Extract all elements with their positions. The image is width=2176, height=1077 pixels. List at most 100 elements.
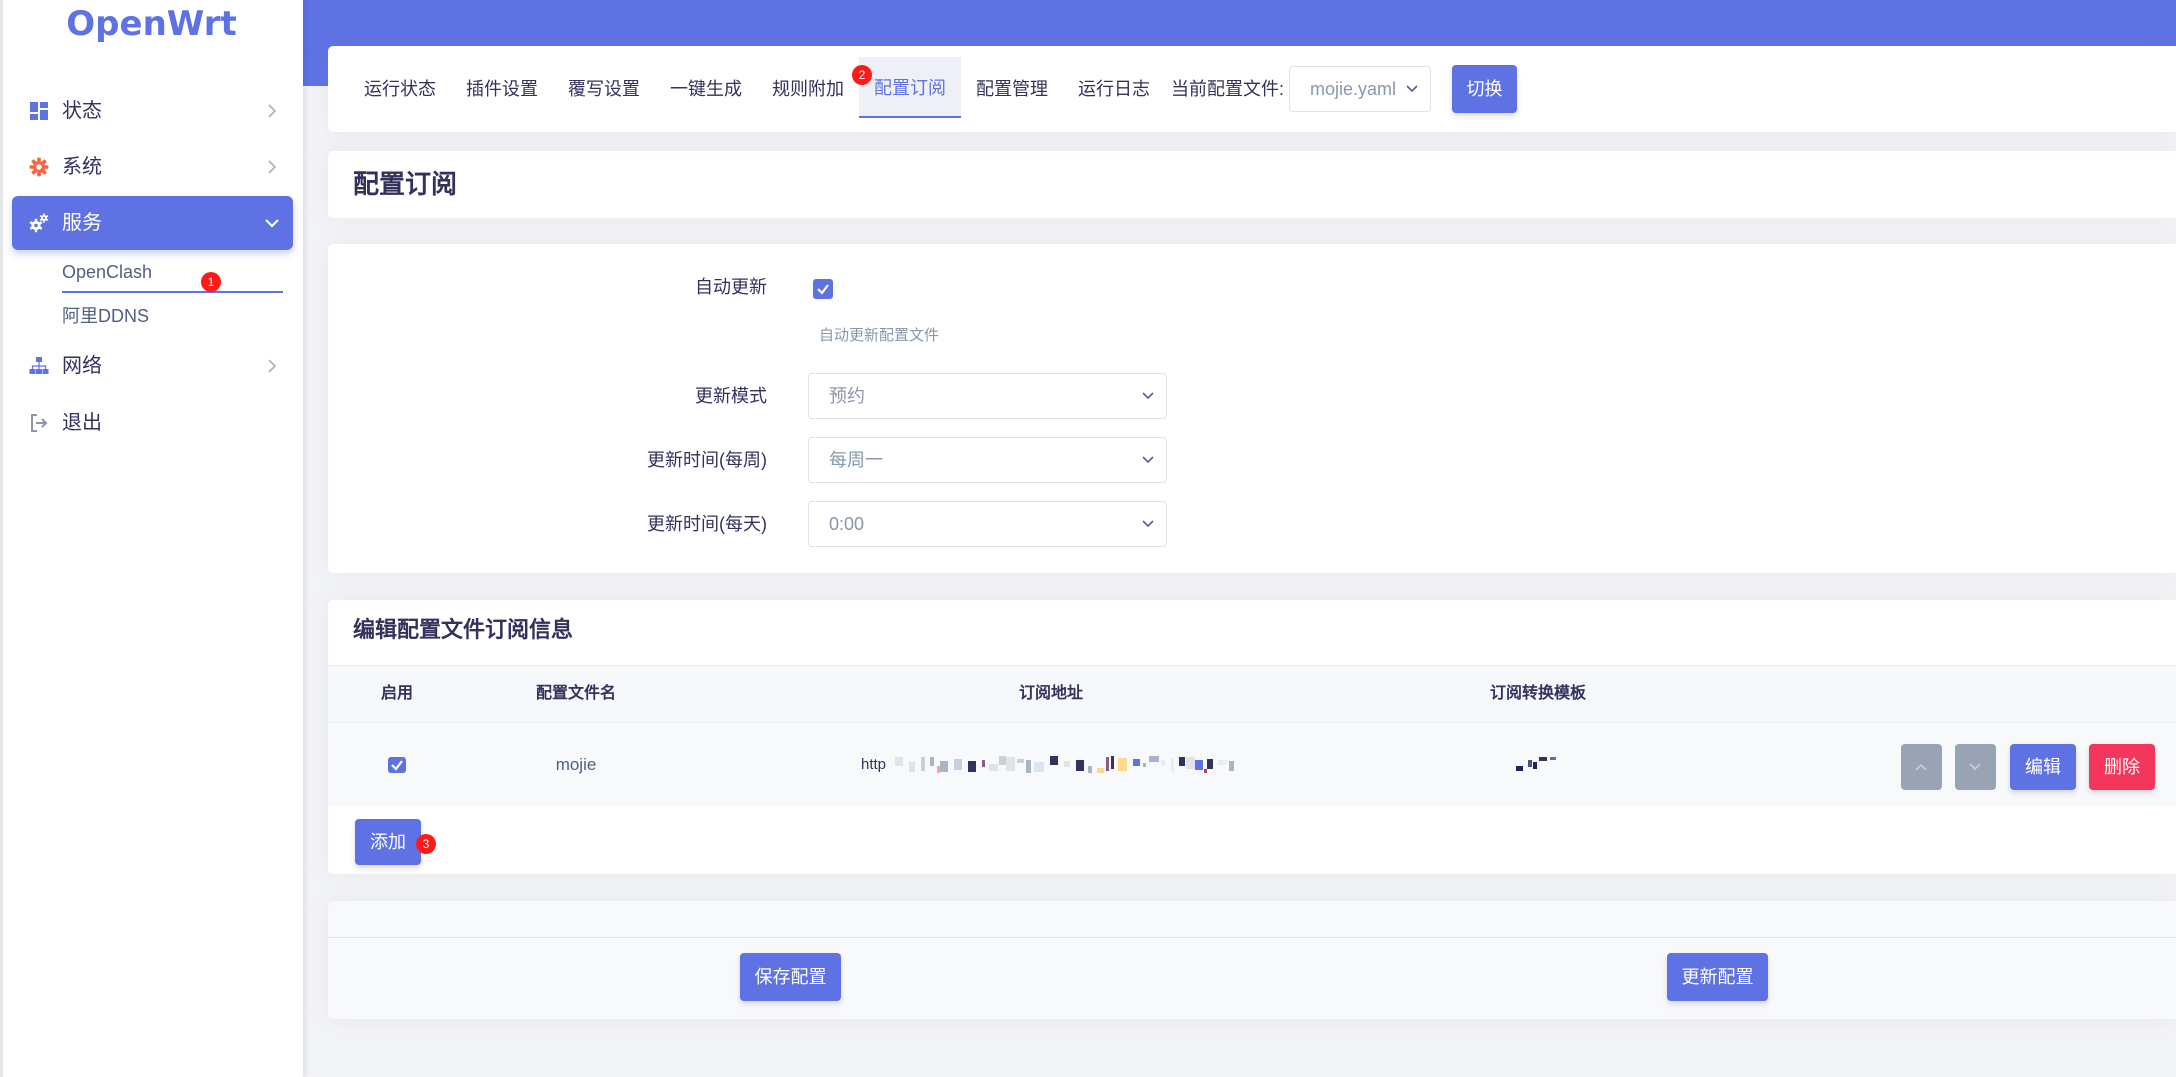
mosaic-block	[1161, 760, 1165, 766]
auto-update-label: 自动更新	[695, 277, 767, 297]
mosaic-block	[954, 759, 962, 770]
chevron-down-icon	[1142, 519, 1154, 529]
add-button[interactable]: 添加	[355, 819, 421, 865]
mosaic-block	[1050, 756, 1058, 765]
annotation-badge: 1	[201, 272, 221, 292]
update-config-button[interactable]: 更新配置	[1667, 953, 1768, 1001]
mosaic-block	[1539, 757, 1547, 761]
save-config-button[interactable]: 保存配置	[740, 953, 841, 1001]
update-day-value: 0:00	[829, 514, 865, 534]
sidebar: OpenWrt 状态 系统 服务 OpenClash 阿里DDNS 网络 退出	[0, 0, 303, 1077]
update-week-select[interactable]: 每周一	[808, 437, 1167, 483]
mosaic-block	[1118, 758, 1127, 771]
subscription-section-title: 编辑配置文件订阅信息	[353, 617, 574, 642]
sidebar-item-label: 退出	[62, 412, 102, 434]
edit-button[interactable]: 编辑	[2010, 744, 2076, 790]
sidebar-item-label: 状态	[62, 100, 102, 122]
tab-rule-append[interactable]: 规则附加	[757, 57, 859, 118]
openwrt-logo[interactable]: OpenWrt	[0, 4, 303, 44]
sidebar-subitem-openclash[interactable]: OpenClash	[62, 257, 152, 287]
tab-run-log[interactable]: 运行日志	[1063, 57, 1165, 118]
mosaic-block	[1204, 769, 1207, 773]
current-config-select[interactable]: mojie.yaml	[1289, 66, 1431, 112]
mosaic-block	[1516, 766, 1523, 771]
mosaic-block	[1097, 768, 1104, 773]
switch-button[interactable]: 切换	[1452, 65, 1517, 113]
sitemap-icon	[29, 356, 49, 376]
dashboard-icon	[29, 101, 49, 121]
column-header-enabled: 启用	[380, 685, 413, 702]
mosaic-block	[999, 756, 1006, 765]
mosaic-block	[909, 762, 915, 772]
table-header: 启用 配置文件名 订阅地址 订阅转换模板	[328, 665, 2176, 723]
mosaic-block	[1006, 757, 1015, 771]
mosaic-block	[1149, 756, 1159, 762]
mosaic-block	[1528, 760, 1532, 767]
subscribe-url-text: http	[861, 756, 887, 773]
auto-update-checkbox[interactable]	[813, 279, 833, 299]
mosaic-block	[1034, 762, 1044, 772]
mosaic-block	[1218, 760, 1227, 765]
subscribe-url-cell: http	[861, 756, 1241, 774]
tab-one-click-generate[interactable]: 一键生成	[655, 57, 757, 118]
mosaic-block	[1088, 766, 1092, 773]
sidebar-item-services[interactable]: 服务	[12, 196, 293, 250]
page-title: 配置订阅	[353, 169, 458, 199]
tab-config-subscribe[interactable]: 配置订阅	[859, 57, 961, 118]
mosaic-block	[989, 764, 998, 771]
update-week-label: 更新时间(每周)	[647, 450, 767, 470]
chevron-right-icon	[265, 104, 279, 118]
update-day-select[interactable]: 0:00	[808, 501, 1167, 547]
config-name-cell: mojie	[555, 755, 597, 774]
chevron-right-icon	[265, 359, 279, 373]
auto-update-help: 自动更新配置文件	[819, 327, 940, 344]
chevron-down-icon	[1142, 391, 1154, 401]
mosaic-block	[895, 757, 903, 766]
current-config-label: 当前配置文件:	[1171, 79, 1285, 99]
sidebar-item-network[interactable]: 网络	[12, 339, 293, 393]
chevron-down-icon	[265, 216, 279, 230]
update-mode-label: 更新模式	[695, 386, 767, 406]
auto-update-form: 自动更新 自动更新配置文件 更新模式 预约 更新时间(每周) 每周一 更新时间(…	[328, 244, 2176, 573]
chevron-right-icon	[265, 160, 279, 174]
mosaic-block	[940, 761, 948, 772]
mosaic-block	[1179, 757, 1185, 766]
sidebar-item-label: 服务	[62, 212, 102, 234]
sidebar-subitem-aliddns[interactable]: 阿里DDNS	[62, 301, 149, 331]
delete-button[interactable]: 删除	[2089, 744, 2155, 790]
mosaic-block	[1229, 761, 1234, 771]
sidebar-item-logout[interactable]: 退出	[12, 396, 293, 450]
cogs-icon	[29, 213, 49, 233]
column-header-config-name: 配置文件名	[535, 685, 616, 702]
move-down-button[interactable]	[1955, 744, 1996, 790]
column-header-subscribe-url: 订阅地址	[1018, 685, 1083, 702]
sidebar-item-status[interactable]: 状态	[12, 84, 293, 138]
sidebar-item-label: 系统	[62, 156, 102, 178]
tab-list: 运行状态 插件设置 覆写设置 一键生成 规则附加 配置订阅 配置管理 运行日志	[349, 57, 1165, 118]
mosaic-block	[1533, 762, 1537, 769]
mosaic-block	[1017, 759, 1024, 763]
chevron-down-icon	[1142, 455, 1154, 465]
tab-bar: 运行状态 插件设置 覆写设置 一键生成 规则附加 配置订阅 配置管理 运行日志 …	[328, 46, 2176, 132]
tab-config-manage[interactable]: 配置管理	[961, 57, 1063, 118]
footer-actions: 保存配置 更新配置	[328, 901, 2176, 1019]
mosaic-block	[1550, 757, 1556, 760]
sidebar-item-system[interactable]: 系统	[12, 140, 293, 194]
mosaic-block	[1143, 763, 1146, 767]
tab-status[interactable]: 运行状态	[349, 57, 451, 118]
tab-plugin-settings[interactable]: 插件设置	[451, 57, 553, 118]
mosaic-block	[1111, 756, 1114, 769]
mosaic-block	[1106, 757, 1109, 771]
enabled-checkbox[interactable]	[387, 755, 407, 775]
active-subitem-underline	[62, 291, 283, 293]
mosaic-block	[921, 757, 925, 771]
annotation-badge: 3	[416, 834, 436, 854]
gear-icon	[29, 157, 49, 177]
mosaic-block	[930, 757, 934, 766]
mosaic-block	[1207, 759, 1213, 769]
tab-override-settings[interactable]: 覆写设置	[553, 57, 655, 118]
update-mode-select[interactable]: 预约	[808, 373, 1167, 419]
mosaic-block	[1195, 760, 1203, 770]
current-config-value: mojie.yaml	[1310, 79, 1397, 99]
move-up-button[interactable]	[1901, 744, 1942, 790]
